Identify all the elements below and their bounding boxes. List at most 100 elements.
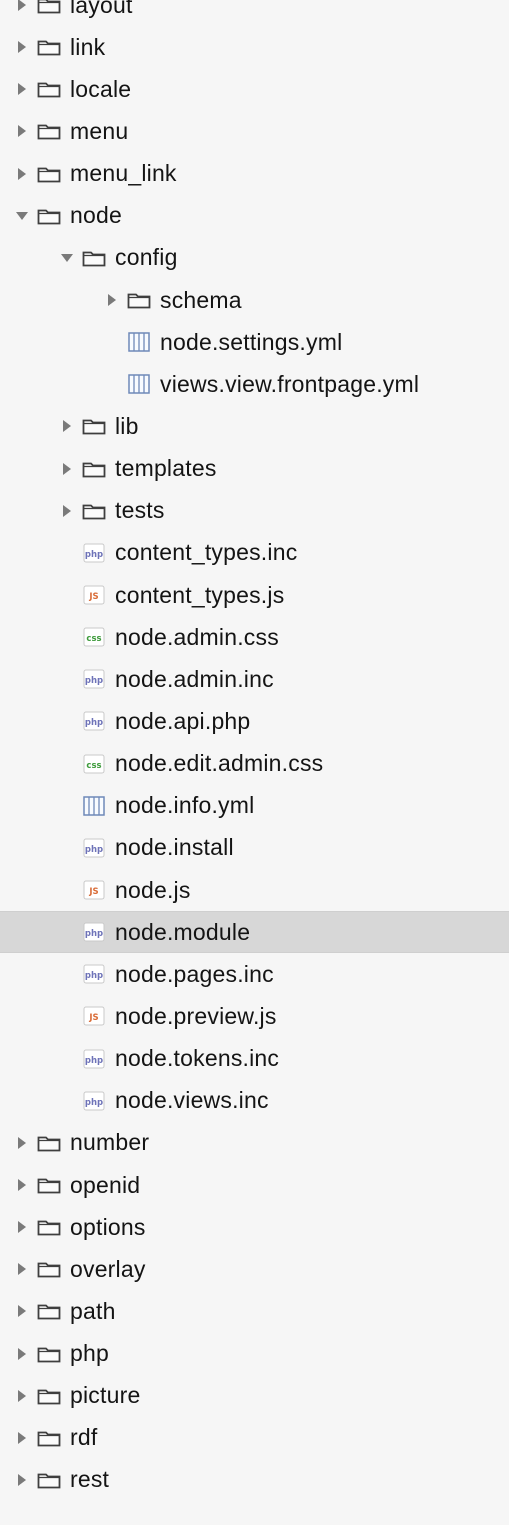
triangle-right-icon[interactable] bbox=[8, 33, 36, 61]
triangle-down-icon[interactable] bbox=[8, 202, 36, 230]
file-row-node-install[interactable]: php node.install bbox=[0, 827, 509, 869]
folder-row-menu[interactable]: menu bbox=[0, 110, 509, 152]
folder-icon bbox=[36, 119, 62, 143]
tree-item-label: node.install bbox=[115, 834, 234, 861]
file-row-node-views-inc[interactable]: php node.views.inc bbox=[0, 1080, 509, 1122]
folder-row-rest[interactable]: rest bbox=[0, 1459, 509, 1501]
triangle-down-icon[interactable] bbox=[53, 244, 81, 272]
triangle-right-icon[interactable] bbox=[8, 1382, 36, 1410]
tree-item-label: menu bbox=[70, 117, 129, 144]
folder-icon bbox=[36, 1468, 62, 1492]
php-file-icon: php bbox=[81, 920, 107, 944]
tree-item-label: config bbox=[115, 244, 178, 271]
triangle-right-icon[interactable] bbox=[8, 1340, 36, 1368]
folder-icon bbox=[36, 0, 62, 17]
triangle-right-icon[interactable] bbox=[8, 1466, 36, 1494]
triangle-right-icon[interactable] bbox=[53, 455, 81, 483]
folder-row-config[interactable]: config bbox=[0, 237, 509, 279]
tree-item-label: content_types.js bbox=[115, 581, 285, 608]
triangle-right-icon[interactable] bbox=[8, 1171, 36, 1199]
file-row-node-module[interactable]: php node.module bbox=[0, 911, 509, 954]
folder-row-picture[interactable]: picture bbox=[0, 1375, 509, 1417]
svg-text:php: php bbox=[85, 929, 103, 939]
svg-text:JS: JS bbox=[88, 887, 98, 897]
tree-item-label: rdf bbox=[70, 1424, 98, 1451]
triangle-right-icon[interactable] bbox=[8, 1129, 36, 1157]
folder-row-options[interactable]: options bbox=[0, 1206, 509, 1248]
triangle-right-icon[interactable] bbox=[53, 497, 81, 525]
triangle-right-icon[interactable] bbox=[8, 1213, 36, 1241]
folder-icon bbox=[36, 1173, 62, 1197]
folder-row-rdf[interactable]: rdf bbox=[0, 1417, 509, 1459]
triangle-right-icon[interactable] bbox=[8, 1424, 36, 1452]
folder-icon bbox=[36, 162, 62, 186]
tree-item-label: node.edit.admin.css bbox=[115, 750, 324, 777]
folder-row-node[interactable]: node bbox=[0, 195, 509, 237]
js-file-icon: JS bbox=[81, 1004, 107, 1028]
triangle-right-icon[interactable] bbox=[8, 1297, 36, 1325]
triangle-right-icon[interactable] bbox=[8, 117, 36, 145]
file-row-node-preview-js[interactable]: JS node.preview.js bbox=[0, 995, 509, 1037]
folder-icon bbox=[36, 35, 62, 59]
triangle-right-icon[interactable] bbox=[8, 160, 36, 188]
file-row-node-admin-css[interactable]: css node.admin.css bbox=[0, 616, 509, 658]
tree-item-label: locale bbox=[70, 75, 132, 102]
file-row-node-api-php[interactable]: php node.api.php bbox=[0, 700, 509, 742]
svg-text:php: php bbox=[85, 676, 103, 686]
svg-text:css: css bbox=[86, 761, 101, 771]
folder-row-link[interactable]: link bbox=[0, 26, 509, 68]
php-file-icon: php bbox=[81, 541, 107, 565]
file-row-content-types-js[interactable]: JS content_types.js bbox=[0, 574, 509, 616]
folder-row-menu-link[interactable]: menu_link bbox=[0, 153, 509, 195]
svg-text:JS: JS bbox=[88, 1013, 98, 1023]
folder-row-locale[interactable]: locale bbox=[0, 68, 509, 110]
file-row-node-settings-yml[interactable]: node.settings.yml bbox=[0, 321, 509, 363]
file-row-node-tokens-inc[interactable]: php node.tokens.inc bbox=[0, 1038, 509, 1080]
tree-item-label: node.module bbox=[115, 918, 251, 945]
folder-row-lib[interactable]: lib bbox=[0, 405, 509, 447]
folder-row-tests[interactable]: tests bbox=[0, 490, 509, 532]
triangle-right-icon[interactable] bbox=[8, 1255, 36, 1283]
file-row-node-pages-inc[interactable]: php node.pages.inc bbox=[0, 953, 509, 995]
file-row-views-view-frontpage-yml[interactable]: views.view.frontpage.yml bbox=[0, 363, 509, 405]
tree-item-label: node.js bbox=[115, 876, 191, 903]
folder-row-openid[interactable]: openid bbox=[0, 1164, 509, 1206]
tree-item-label: node.info.yml bbox=[115, 792, 255, 819]
svg-text:php: php bbox=[85, 1098, 103, 1108]
triangle-right-icon[interactable] bbox=[8, 0, 36, 19]
tree-item-label: lib bbox=[115, 412, 139, 439]
tree-item-label: tests bbox=[115, 497, 165, 524]
folder-icon bbox=[126, 288, 152, 312]
folder-row-templates[interactable]: templates bbox=[0, 448, 509, 490]
folder-icon bbox=[81, 246, 107, 270]
triangle-right-icon[interactable] bbox=[8, 75, 36, 103]
js-file-icon: JS bbox=[81, 583, 107, 607]
triangle-right-icon[interactable] bbox=[98, 286, 126, 314]
folder-icon bbox=[36, 1426, 62, 1450]
tree-item-label: node.api.php bbox=[115, 707, 251, 734]
folder-row-path[interactable]: path bbox=[0, 1290, 509, 1332]
tree-item-label: path bbox=[70, 1297, 116, 1324]
folder-row-overlay[interactable]: overlay bbox=[0, 1248, 509, 1290]
file-row-content-types-inc[interactable]: php content_types.inc bbox=[0, 532, 509, 574]
js-file-icon: JS bbox=[81, 878, 107, 902]
folder-row-number[interactable]: number bbox=[0, 1122, 509, 1164]
svg-text:php: php bbox=[85, 971, 103, 981]
folder-row-layout[interactable]: layout bbox=[0, 0, 509, 26]
file-row-node-info-yml[interactable]: node.info.yml bbox=[0, 785, 509, 827]
tree-item-label: php bbox=[70, 1340, 109, 1367]
file-row-node-js[interactable]: JS node.js bbox=[0, 869, 509, 911]
svg-text:php: php bbox=[85, 1056, 103, 1066]
triangle-right-icon[interactable] bbox=[53, 412, 81, 440]
yml-file-icon bbox=[126, 372, 152, 396]
file-row-node-admin-inc[interactable]: php node.admin.inc bbox=[0, 658, 509, 700]
folder-row-schema[interactable]: schema bbox=[0, 279, 509, 321]
css-file-icon: css bbox=[81, 752, 107, 776]
file-row-node-edit-admin-css[interactable]: css node.edit.admin.css bbox=[0, 743, 509, 785]
folder-row-php[interactable]: php bbox=[0, 1333, 509, 1375]
